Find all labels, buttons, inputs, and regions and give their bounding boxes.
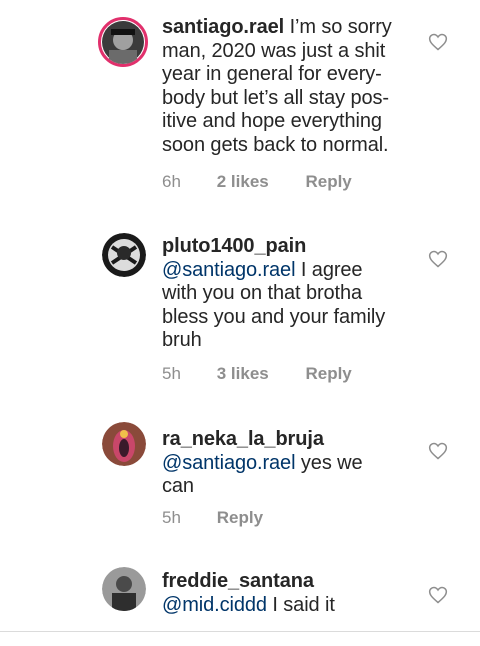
comment-text: pluto1400_pain @santiago.rael I agree wi…: [162, 235, 414, 353]
comment-text: ra_neka_la_bruja @santiago.rael yes we c…: [162, 428, 414, 499]
comment-text: freddie_santana @mid.ciddd I said it: [162, 570, 414, 617]
comment-line: I’m so sorry: [289, 16, 392, 38]
comment-line: I agree: [295, 258, 363, 281]
comment-line: year in general for every-: [162, 63, 382, 85]
comment-line: body but let’s all stay pos-: [162, 86, 389, 109]
likes-count[interactable]: 2 likes: [217, 172, 301, 192]
comment-line: can: [162, 475, 194, 497]
avatar[interactable]: [102, 567, 146, 611]
comment-line: with you on that brotha: [162, 282, 363, 304]
comment-line: bless you and your family: [162, 305, 386, 328]
comment-username[interactable]: ra_neka_la_bruja: [162, 428, 324, 450]
comment-username[interactable]: freddie_santana: [162, 570, 314, 592]
comment-time: 5h: [162, 364, 181, 383]
comment-meta: 5h Reply: [162, 508, 263, 528]
comment-meta: 6h 2 likes Reply: [162, 172, 352, 192]
comment-line: man, 2020 was just a shit: [162, 39, 386, 62]
comment-username[interactable]: pluto1400_pain: [162, 235, 306, 257]
mention-link[interactable]: @mid.ciddd: [162, 594, 267, 616]
avatar[interactable]: [102, 422, 146, 466]
comment-line: bruh: [162, 329, 202, 351]
comment-time: 6h: [162, 172, 181, 191]
comment-line: soon gets back to normal.: [162, 133, 389, 156]
avatar[interactable]: [98, 17, 148, 67]
reply-button[interactable]: Reply: [305, 364, 351, 384]
mention-link[interactable]: @santiago.rael: [162, 259, 296, 281]
comment-line: I said it: [266, 593, 335, 616]
comment-username[interactable]: santiago.rael: [162, 16, 284, 38]
comment-meta: 5h 3 likes Reply: [162, 364, 352, 384]
comment-text: santiago.rael I’m so sorry man, 2020 was…: [162, 16, 414, 157]
heart-icon[interactable]: [428, 32, 448, 52]
likes-count[interactable]: 3 likes: [217, 364, 301, 384]
heart-icon[interactable]: [428, 249, 448, 269]
heart-icon[interactable]: [428, 585, 448, 605]
reply-button[interactable]: Reply: [217, 508, 263, 528]
comment-time: 5h: [162, 508, 181, 527]
mention-link[interactable]: @santiago.rael: [162, 452, 296, 474]
reply-button[interactable]: Reply: [305, 172, 351, 192]
heart-icon[interactable]: [428, 441, 448, 461]
bottom-divider: [0, 631, 480, 632]
comment-line: itive and hope everything: [162, 110, 382, 132]
avatar[interactable]: [102, 233, 146, 277]
comment-line: yes we: [295, 451, 363, 474]
